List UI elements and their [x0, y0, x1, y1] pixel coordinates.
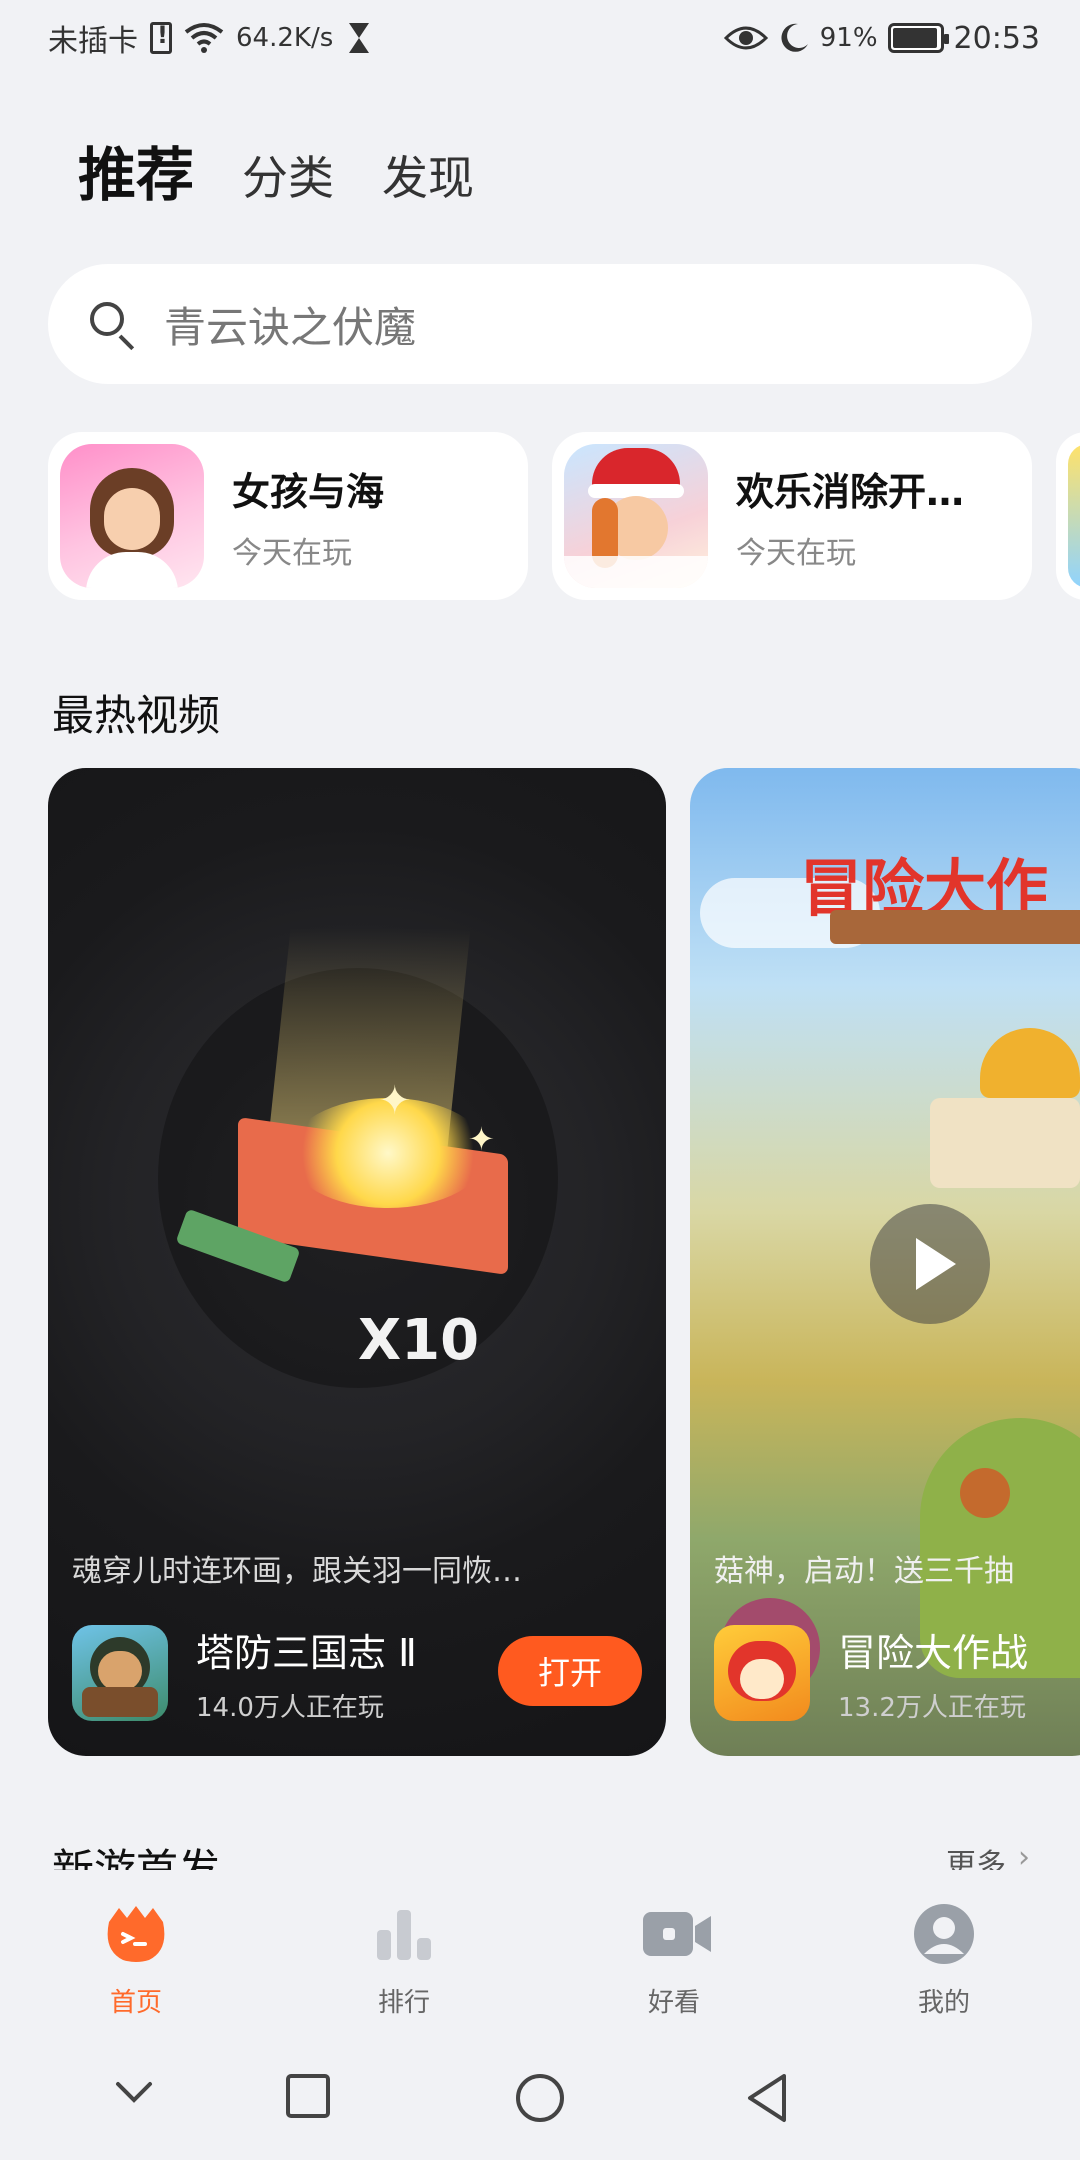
home-icon	[103, 1904, 169, 1964]
battery-icon	[887, 23, 949, 53]
video-card[interactable]: ✦ ✦ X10 魂穿儿时连环画，跟关羽一同恢… 塔防三国志 Ⅱ 14.0万人正在…	[48, 768, 666, 1756]
nav-label-me: 我的	[917, 1988, 970, 2018]
home-circle-icon[interactable]	[514, 2072, 566, 2124]
search-placeholder: 青云诀之伏魔	[164, 302, 417, 352]
more-label: 更多	[946, 1848, 1006, 1870]
tab-recommend[interactable]: 推荐	[78, 128, 194, 212]
carrier-label: 未插卡	[48, 24, 138, 59]
nav-label-ranking: 排行	[377, 1988, 430, 2018]
recent-game-card[interactable]: 女孩与海 今天在玩	[48, 432, 528, 600]
top-tabs: 推荐 分类 发现	[78, 128, 474, 212]
recent-game-card[interactable]: 欢乐消除开… 今天在玩	[552, 432, 1032, 600]
eye-icon	[723, 26, 768, 50]
game-icon-tower-defense	[72, 1625, 168, 1721]
tab-category[interactable]: 分类	[242, 142, 334, 212]
moon-icon	[781, 23, 808, 52]
more-link[interactable]: 更多 ›	[946, 1840, 1030, 1870]
video-footer: 塔防三国志 Ⅱ 14.0万人正在玩	[72, 1622, 417, 1724]
no-sim-icon	[150, 21, 172, 54]
video-players-count: 13.2万人正在玩	[838, 1693, 1026, 1723]
sparkle-icon: ✦	[468, 1120, 495, 1158]
recent-game-title: 女孩与海	[232, 469, 385, 514]
network-speed: 64.2K/s	[236, 23, 334, 53]
status-right: 91% 20:53	[723, 16, 1040, 60]
video-game-name: 冒险大作战	[838, 1631, 1029, 1675]
chevron-right-icon: ›	[1018, 1840, 1030, 1870]
tab-discover[interactable]: 发现	[382, 142, 474, 212]
sparkle-icon: ✦	[378, 1078, 412, 1124]
recent-game-card-partial[interactable]	[1056, 432, 1080, 600]
back-triangle-icon[interactable]	[744, 2072, 792, 2124]
battery-percent: 91%	[819, 23, 878, 53]
game-icon-adventure	[714, 1625, 810, 1721]
nav-me[interactable]: 我的	[874, 1904, 1014, 2019]
play-icon[interactable]	[870, 1204, 990, 1324]
profile-icon	[911, 1904, 977, 1964]
open-button[interactable]: 打开	[498, 1636, 642, 1706]
system-navigation-bar	[0, 2024, 1080, 2160]
video-game-name: 塔防三国志 Ⅱ	[196, 1631, 417, 1675]
nav-ranking[interactable]: 排行	[334, 1904, 474, 2019]
game-icon-happy-match	[564, 444, 708, 588]
nav-label-watch: 好看	[647, 1988, 700, 2018]
ranking-icon	[371, 1904, 437, 1964]
wifi-icon	[184, 23, 224, 53]
video-overlay-text: X10	[358, 1308, 480, 1373]
recent-game-title: 欢乐消除开…	[736, 469, 965, 514]
nav-watch[interactable]: 好看	[604, 1904, 744, 2019]
nav-home[interactable]: 首页	[66, 1904, 206, 2019]
status-bar: 未插卡 64.2K/s 91% 20:53	[0, 0, 1080, 76]
video-description: 魂穿儿时连环画，跟关羽一同恢…	[72, 1554, 522, 1589]
recent-game-subtitle: 今天在玩	[232, 535, 352, 571]
game-icon-girl-and-sea	[60, 444, 204, 588]
recent-apps-square-icon[interactable]	[284, 2072, 332, 2120]
hourglass-icon	[349, 23, 370, 53]
bottom-nav: 首页 排行 好看 我的	[0, 1874, 1080, 2024]
recent-game-subtitle: 今天在玩	[736, 535, 856, 571]
video-camera-icon	[641, 1904, 711, 1964]
video-thumbnail-adventure: 冒险大作	[690, 768, 1080, 1756]
game-icon-partial	[1068, 444, 1080, 588]
search-icon	[86, 298, 138, 351]
new-games-title: 新游首发	[52, 1845, 221, 1870]
video-players-count: 14.0万人正在玩	[196, 1693, 384, 1723]
hot-videos-title: 最热视频	[52, 691, 221, 740]
video-card[interactable]: 冒险大作 菇神，启动！送三千抽 冒险大作战 13.2万人正在玩	[690, 768, 1080, 1756]
nav-label-home: 首页	[109, 1988, 162, 2018]
clock: 20:53	[953, 20, 1040, 56]
video-footer: 冒险大作战 13.2万人正在玩	[714, 1622, 1028, 1724]
chevron-down-icon[interactable]	[112, 2072, 156, 2112]
search-bar[interactable]: 青云诀之伏魔	[48, 264, 1032, 384]
status-left: 未插卡 64.2K/s	[48, 16, 373, 60]
video-thumbnail-treasure: ✦ ✦ X10	[48, 768, 666, 1756]
video-description: 菇神，启动！送三千抽	[714, 1554, 1014, 1589]
